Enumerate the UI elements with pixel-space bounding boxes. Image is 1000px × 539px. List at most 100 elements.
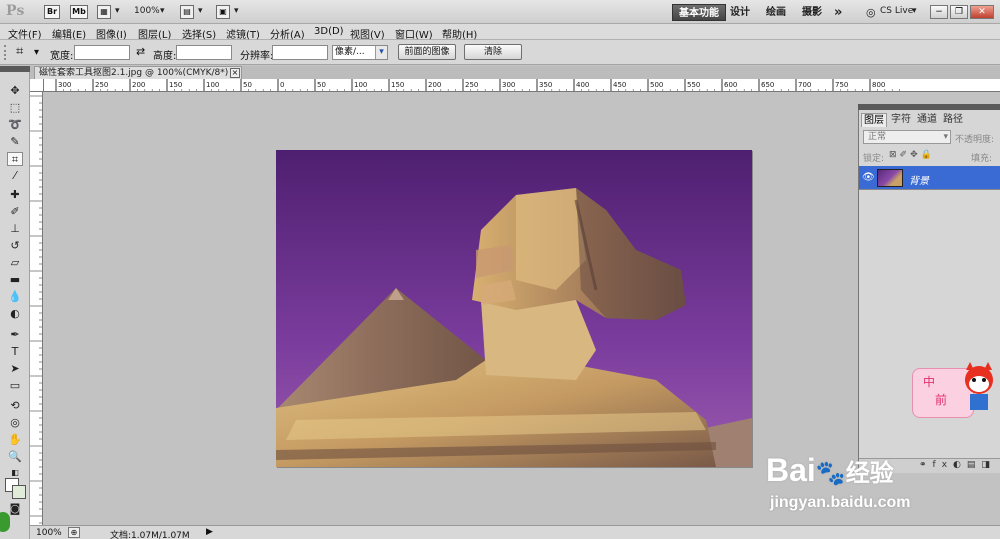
- width-input[interactable]: [74, 45, 130, 60]
- crop-preset-icon[interactable]: ⌗: [16, 44, 23, 59]
- fox-mascot-icon: [962, 362, 996, 414]
- document-image[interactable]: [276, 150, 752, 467]
- menu-edit[interactable]: 编辑(E): [52, 26, 86, 41]
- ruler-tick-label: 200: [132, 81, 145, 89]
- view-extras-dropdown-icon[interactable]: ▾: [115, 6, 120, 16]
- tab-paths[interactable]: 路径: [941, 113, 965, 127]
- tab-character[interactable]: 字符: [889, 113, 913, 127]
- mascot-badge-text2: 前: [935, 393, 948, 407]
- resolution-input[interactable]: [272, 45, 328, 60]
- mini-bridge-button[interactable]: Mb: [70, 5, 88, 19]
- vertical-ruler[interactable]: [30, 92, 43, 525]
- blend-mode-select[interactable]: 正常 ▾: [863, 130, 951, 144]
- horizontal-ruler-ticks: 300 250 200 150 100 50 0 50 100 150 200 250 300 350 40…: [55, 79, 900, 91]
- lock-icons[interactable]: ⊠✐✥🔒: [889, 150, 935, 160]
- blur-tool-icon[interactable]: 💧: [7, 290, 23, 304]
- menu-view[interactable]: 视图(V): [350, 26, 385, 41]
- more-workspaces-button[interactable]: »: [828, 4, 848, 21]
- ruler-tick-label: 100: [206, 81, 219, 89]
- status-menu-arrow-icon[interactable]: ▶: [206, 527, 213, 537]
- close-window-button[interactable]: ✕: [970, 5, 994, 19]
- marquee-tool-icon[interactable]: ⬚: [7, 101, 23, 115]
- brush-tool-icon[interactable]: ✐: [7, 205, 23, 219]
- menu-window[interactable]: 窗口(W): [395, 26, 433, 41]
- workspace-essentials[interactable]: 基本功能: [672, 4, 726, 21]
- unit-dropdown-icon[interactable]: ▾: [375, 46, 387, 59]
- menu-help[interactable]: 帮助(H): [442, 26, 477, 41]
- lock-label: 锁定:: [863, 154, 885, 164]
- zoom-tool-icon[interactable]: 🔍: [7, 450, 23, 464]
- ruler-origin[interactable]: [30, 79, 44, 92]
- menu-image[interactable]: 图像(I): [96, 26, 127, 41]
- quick-mask-icon[interactable]: ◙: [7, 502, 23, 516]
- opacity-label: 不透明度:: [955, 135, 995, 145]
- tab-layers[interactable]: 图层: [861, 113, 887, 127]
- lasso-tool-icon[interactable]: ➰: [7, 118, 23, 132]
- swap-dimensions-icon[interactable]: ⇄: [136, 45, 145, 58]
- cslive-icon: ◎: [866, 6, 876, 19]
- clear-button[interactable]: 清除: [464, 44, 522, 60]
- zoom-level-dropdown[interactable]: 100%: [134, 6, 160, 16]
- menu-3d[interactable]: 3D(D): [314, 26, 344, 37]
- restore-button[interactable]: ❐: [950, 5, 968, 19]
- document-tab-title: 磁性套索工具抠图2.1.jpg @ 100%(CMYK/8*): [39, 68, 229, 78]
- arrange-dropdown-icon[interactable]: ▾: [198, 6, 203, 16]
- ruler-tick-label: 150: [169, 81, 182, 89]
- 3d-rotate-tool-icon[interactable]: ⟲: [7, 399, 23, 413]
- workspace-photography[interactable]: 摄影: [796, 4, 828, 21]
- cslive-dropdown-icon[interactable]: ▾: [912, 6, 917, 16]
- tab-channels[interactable]: 通道: [915, 113, 939, 127]
- gradient-tool-icon[interactable]: ▬: [7, 273, 23, 287]
- menu-file[interactable]: 文件(F): [8, 26, 42, 41]
- cslive-button[interactable]: CS Live: [880, 6, 913, 16]
- status-zoom-icon[interactable]: ⊕: [68, 527, 80, 538]
- zoom-dropdown-icon[interactable]: ▾: [160, 6, 165, 16]
- dodge-tool-icon[interactable]: ◐: [7, 307, 23, 321]
- layer-actions-icons[interactable]: ⚭fx◐▤◨: [919, 460, 996, 470]
- minimize-button[interactable]: −: [930, 5, 948, 19]
- resolution-unit-select[interactable]: 像素/... ▾: [332, 45, 388, 60]
- workspace-design[interactable]: 设计: [724, 4, 756, 21]
- baidu-url: jingyan.baidu.com: [770, 494, 911, 511]
- clone-stamp-tool-icon[interactable]: ⊥: [7, 222, 23, 236]
- crop-tool-icon[interactable]: ⌗: [7, 152, 23, 166]
- quick-selection-tool-icon[interactable]: ✎: [7, 135, 23, 149]
- arrange-documents-icon[interactable]: ▤: [180, 5, 194, 19]
- menu-analysis[interactable]: 分析(A): [270, 26, 305, 41]
- front-image-button[interactable]: 前面的图像: [398, 44, 456, 60]
- screen-mode-icon[interactable]: ▣: [216, 5, 230, 19]
- 3d-orbit-tool-icon[interactable]: ◎: [7, 416, 23, 430]
- eyedropper-tool-icon[interactable]: ⁄: [7, 169, 23, 183]
- background-color-swatch[interactable]: [12, 485, 26, 499]
- shape-tool-icon[interactable]: ▭: [7, 379, 23, 393]
- screen-mode-dropdown-icon[interactable]: ▾: [234, 6, 239, 16]
- horizontal-ruler[interactable]: 300 250 200 150 100 50 0 50 100 150 200 250 300 350 40…: [44, 79, 1000, 92]
- menu-select[interactable]: 选择(S): [182, 26, 216, 41]
- menu-filter[interactable]: 滤镜(T): [226, 26, 260, 41]
- history-brush-tool-icon[interactable]: ↺: [7, 239, 23, 253]
- hand-tool-icon[interactable]: ✋: [7, 433, 23, 447]
- move-tool-icon[interactable]: ✥: [7, 84, 23, 98]
- close-document-icon[interactable]: ×: [230, 68, 240, 78]
- ruler-tick-label: 550: [687, 81, 700, 89]
- menu-layer[interactable]: 图层(L): [138, 26, 171, 41]
- pen-tool-icon[interactable]: ✒: [7, 328, 23, 342]
- workspace-painting[interactable]: 绘画: [760, 4, 792, 21]
- path-selection-tool-icon[interactable]: ➤: [7, 362, 23, 376]
- preset-dropdown-icon[interactable]: ▾: [34, 47, 39, 58]
- options-grip[interactable]: [4, 45, 12, 60]
- healing-brush-tool-icon[interactable]: ✚: [7, 188, 23, 202]
- document-tab[interactable]: 磁性套索工具抠图2.1.jpg @ 100%(CMYK/8*): [34, 66, 242, 79]
- blend-mode-dropdown-icon[interactable]: ▾: [943, 131, 948, 143]
- toolbox-header[interactable]: [0, 66, 30, 72]
- photoshop-logo: Ps: [6, 3, 25, 19]
- type-tool-icon[interactable]: T: [7, 345, 23, 359]
- status-bar: 100% ⊕ 文档:1.07M/1.07M ▶: [30, 525, 1000, 539]
- layer-visibility-eye-icon[interactable]: 👁: [862, 172, 875, 183]
- layer-row-background[interactable]: 👁 背景: [859, 166, 1000, 190]
- view-extras-icon[interactable]: ▦: [97, 5, 111, 19]
- bridge-button[interactable]: Br: [44, 5, 60, 19]
- status-zoom[interactable]: 100%: [36, 528, 62, 538]
- eraser-tool-icon[interactable]: ▱: [7, 256, 23, 270]
- height-input[interactable]: [176, 45, 232, 60]
